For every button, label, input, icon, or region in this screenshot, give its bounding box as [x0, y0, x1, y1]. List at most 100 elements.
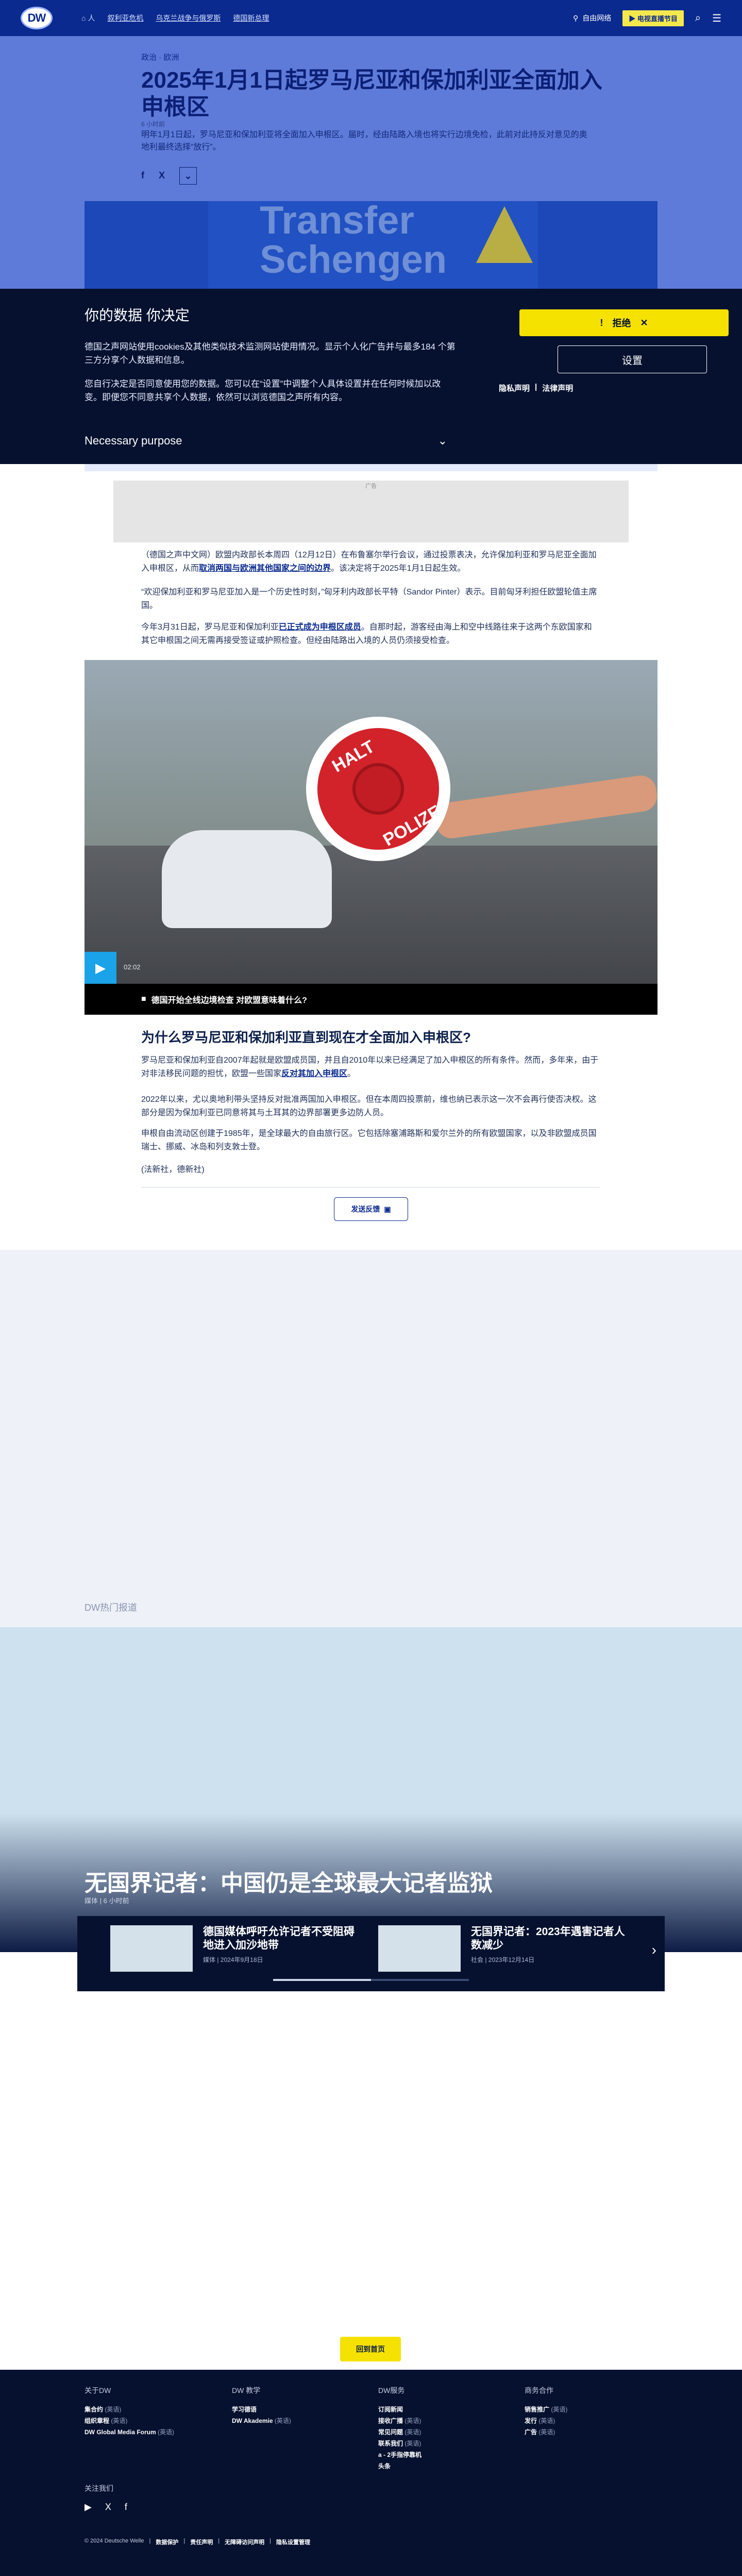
legal-link[interactable]: 法律声明 — [542, 383, 573, 393]
video-caption-text: 德国开始全线边境检查 对欧盟意味着什么? — [151, 996, 307, 1005]
footer-heading: DW服务 — [378, 2386, 405, 2395]
warning-icon: ! — [600, 317, 603, 328]
footer-column-business: 商务合作 销售推广 (英语) 发行 (英语) 广告 (英语) — [525, 2385, 659, 2438]
footer-link-note: (英语) — [404, 2429, 421, 2436]
cookie-banner: 你的数据 你决定 德国之声网站使用cookies及其他类似技术监测网站使用情况。… — [0, 289, 742, 464]
video-player[interactable]: HALT POLIZEI ▶ 02:02 ■ 德国开始全线边境检查 对欧盟意味着… — [85, 660, 657, 1015]
cookie-text-2: 您自行决定是否同意使用您的数据。您可以在“设置”中调整个人具体设置并在任何时候加… — [85, 379, 441, 402]
feedback-icon: ▣ — [384, 1204, 391, 1213]
youtube-icon[interactable]: ▶ — [85, 2502, 92, 2513]
language-switch[interactable]: ⚲ 自由网络 — [573, 13, 611, 23]
dw-logo[interactable]: DW — [21, 7, 53, 29]
legal-link[interactable]: 隐私设置管理 — [276, 2538, 310, 2546]
image-caption-strip — [85, 464, 657, 471]
back-to-top-button[interactable]: 回到首页 — [340, 2337, 401, 2362]
search-icon[interactable]: ⌕ — [695, 12, 701, 24]
footer-link[interactable]: 常见问题 (英语) — [378, 2426, 512, 2438]
footer-link-label: 广告 — [525, 2429, 537, 2436]
x-share-icon[interactable]: X — [159, 170, 165, 185]
footer-link-label: 组织章程 — [85, 2417, 110, 2424]
card-meta: 社会 | 2023年12月14日 — [471, 1956, 535, 1963]
footer-link-label: 联系我们 — [378, 2440, 403, 2447]
ad-band — [0, 1250, 742, 1627]
body-paragraph-3: 今年3月31日起，罗马尼亚和保加利亚已正式成为申根区成员。自那时起，游客经由海上… — [141, 621, 600, 648]
footer-link-label: 常见问题 — [378, 2429, 403, 2436]
play-icon[interactable]: ▶ — [85, 952, 116, 984]
footer-link[interactable]: DW Global Media Forum (英语) — [85, 2426, 218, 2438]
site-header: DW ⌂ 人 叙利亚危机 乌克兰战争与俄罗斯 德国新总理 ⚲ 自由网络 ▶ 电视… — [0, 0, 742, 36]
more-share-icon[interactable]: ⌄ — [179, 167, 197, 185]
inline-link[interactable]: 已正式成为申根区成员 — [279, 623, 361, 632]
facebook-icon[interactable]: f — [125, 2502, 127, 2513]
cookie-title: 你的数据 你决定 — [85, 307, 190, 323]
reject-button[interactable]: ! 拒绝 ✕ — [519, 309, 729, 336]
live-tv-label: 电视直播节目 — [637, 14, 678, 23]
paragraph-text: 申根自由流动区创建于1985年，是全球最大的自由旅行区。它包括除塞浦路斯和爱尔兰… — [141, 1129, 597, 1151]
menu-icon[interactable]: ☰ — [712, 12, 721, 25]
footer-link[interactable]: 销售推广 (英语) — [525, 2404, 659, 2415]
footer-link[interactable]: 头条 — [378, 2461, 512, 2472]
footer-column-about: 关于DW 集合约 (英语) 组织章程 (英语) DW Global Media … — [85, 2385, 218, 2438]
related-carousel: 德国媒体呼吁允许记者不受阻碍地进入加沙地带 媒体 | 2024年9月18日 无国… — [77, 1916, 665, 1991]
footer-link-note: (英语) — [111, 2417, 128, 2424]
footer-link-note: (英语) — [404, 2440, 421, 2447]
article-teaser: 明年1月1日起，罗马尼亚和保加利亚将全面加入申根区。届时，经由陆路入境也将实行边… — [141, 130, 587, 152]
nav-link-chancellor[interactable]: 德国新总理 — [233, 13, 269, 23]
footer-link[interactable]: DW Akademie (英语) — [232, 2415, 366, 2426]
footer-link[interactable]: 订阅新闻 — [378, 2404, 512, 2415]
nav-link-syria[interactable]: 叙利亚危机 — [107, 13, 143, 23]
carousel-progress — [273, 1979, 469, 1981]
video-caption: ■ 德国开始全线边境检查 对欧盟意味着什么? — [85, 984, 657, 1015]
footer-link[interactable]: 组织章程 (英语) — [85, 2415, 218, 2426]
feature-story[interactable]: 无国界记者：中国仍是全球最大记者监狱 媒体 | 6 小时前 — [0, 1627, 742, 1952]
chevron-right-icon[interactable]: › — [652, 1942, 656, 1958]
header-actions: ⚲ 自由网络 ▶ 电视直播节目 ⌕ ☰ — [573, 10, 721, 26]
footer-column-services: DW服务 订阅新闻 接收广播 (英语) 常见问题 (英语) 联系我们 (英语) … — [378, 2385, 512, 2472]
section-subheading: 为什么罗马尼亚和保加利亚直到现在才全面加入申根区? — [141, 1030, 471, 1045]
footer-link[interactable]: a - 2手指停靠机 — [378, 2449, 512, 2461]
copyright: © 2024 Deutsche Welle — [85, 2538, 144, 2544]
footer-link[interactable]: 集合约 (英语) — [85, 2404, 218, 2415]
facebook-share-icon[interactable]: f — [141, 170, 144, 185]
card-thumbnail — [378, 1925, 461, 1972]
footer-link-label: 销售推广 — [525, 2406, 550, 2413]
feedback-button[interactable]: 发送反馈 ▣ — [334, 1197, 408, 1221]
related-card[interactable]: 德国媒体呼吁允许记者不受阻碍地进入加沙地带 媒体 | 2024年9月18日 — [110, 1925, 358, 1972]
article-kicker[interactable]: 政治 · 欧洲 — [141, 52, 179, 62]
footer-link-note: (英语) — [404, 2417, 421, 2424]
body-paragraph-1: （德国之声中文网）欧盟内政部长本周四（12月12日）在布鲁塞尔举行会议，通过投票… — [141, 549, 600, 575]
footer-link[interactable]: 学习德语 — [232, 2404, 366, 2415]
paragraph-text: (法新社，德新社) — [141, 1165, 205, 1174]
legal-link[interactable]: 数据保护 — [156, 2538, 178, 2546]
legal-link[interactable]: 责任声明 — [190, 2538, 213, 2546]
nav-home[interactable]: ⌂ 人 — [81, 13, 95, 23]
article-date: 6 小时前 — [141, 121, 165, 128]
source-note: (法新社，德新社) — [141, 1163, 600, 1177]
inline-link[interactable]: 取消两国与欧洲其他国家之间的边界 — [199, 564, 331, 573]
necessary-purpose-toggle[interactable]: Necessary purpose ⌄ — [85, 434, 447, 448]
card-title: 无国界记者：2023年遇害记者人数减少 — [471, 1926, 625, 1951]
legal-link[interactable]: 无障碍访问声明 — [225, 2538, 264, 2546]
paragraph-text: 。该决定将于2025年1月1日起生效。 — [331, 564, 466, 573]
x-icon[interactable]: X — [105, 2502, 111, 2513]
ad-slot: 广告 — [113, 481, 629, 542]
footer-link[interactable]: 广告 (英语) — [525, 2426, 659, 2438]
paragraph-text: “欢迎保加利亚和罗马尼亚加入是一个历史性时刻，”匈牙利内政部长平特（Sandor… — [141, 588, 597, 610]
inline-link[interactable]: 反对其加入申根区 — [281, 1069, 347, 1078]
purpose-label: Necessary purpose — [85, 434, 182, 447]
page: DW ⌂ 人 叙利亚危机 乌克兰战争与俄罗斯 德国新总理 ⚲ 自由网络 ▶ 电视… — [0, 0, 742, 2576]
privacy-link[interactable]: 隐私声明 — [499, 383, 530, 393]
link-divider: | — [535, 383, 537, 391]
footer-link[interactable]: 接收广播 (英语) — [378, 2415, 512, 2426]
feature-title[interactable]: 无国界记者：中国仍是全球最大记者监狱 — [85, 1864, 493, 1897]
nav-link-ukraine[interactable]: 乌克兰战争与俄罗斯 — [156, 13, 221, 23]
footer-link-label: 头条 — [378, 2463, 391, 2470]
footer-link[interactable]: 发行 (英语) — [525, 2415, 659, 2426]
live-tv-button[interactable]: ▶ 电视直播节目 — [622, 10, 684, 26]
settings-button[interactable]: 设置 — [558, 345, 707, 373]
body-paragraph-4: 罗马尼亚和保加利亚自2007年起就是欧盟成员国，并且自2010年以来已经满足了加… — [141, 1054, 600, 1081]
related-card[interactable]: 无国界记者：2023年遇害记者人数减少 社会 | 2023年12月14日 — [378, 1925, 626, 1972]
footer-link-label: 学习德语 — [232, 2406, 257, 2413]
legal-divider: | — [218, 2538, 220, 2544]
footer-link[interactable]: 联系我们 (英语) — [378, 2438, 512, 2449]
